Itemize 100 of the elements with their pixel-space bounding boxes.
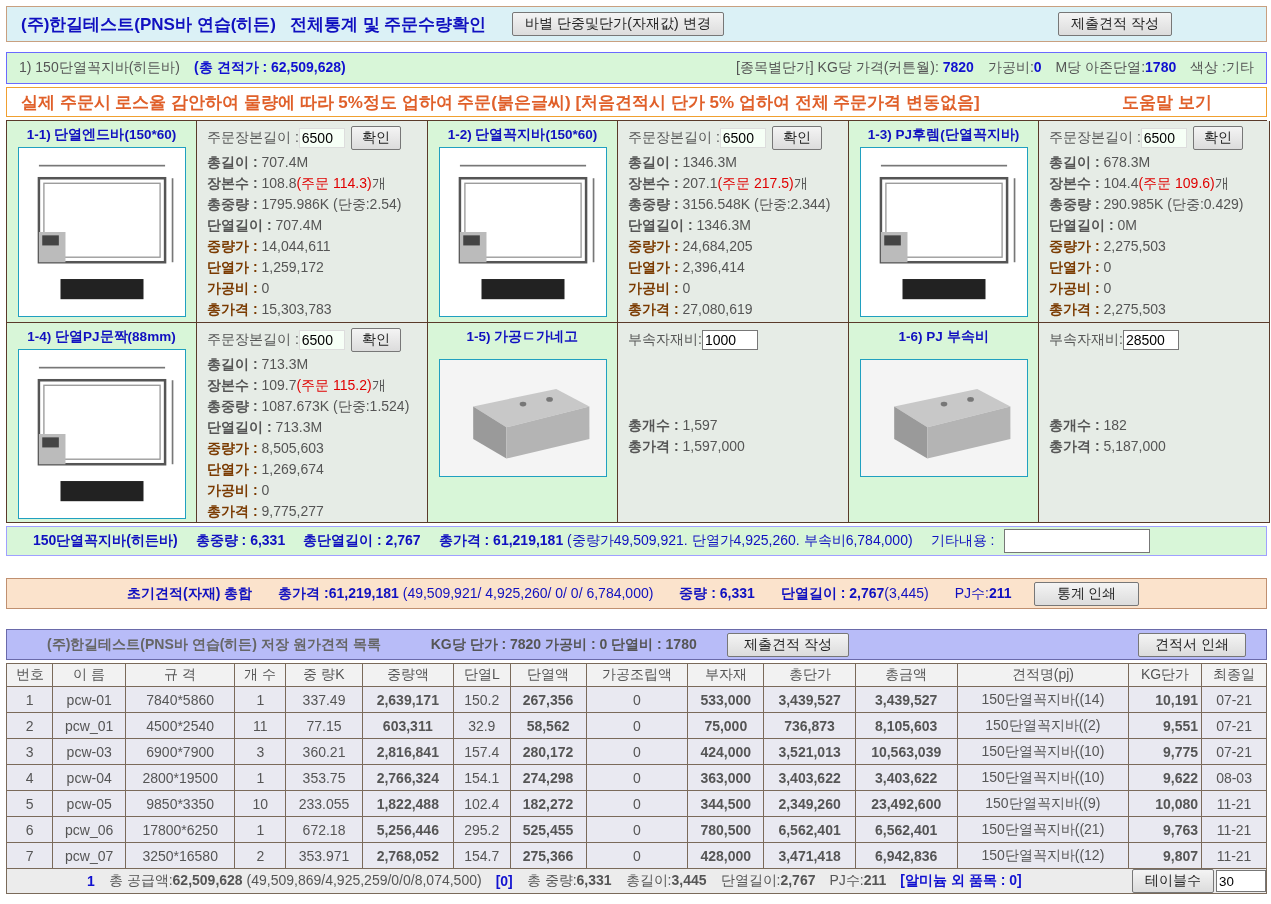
- footer-total: 단열길이:2,767: [720, 872, 816, 890]
- input-field[interactable]: 6500: [298, 330, 345, 350]
- confirm-button[interactable]: 확인: [771, 126, 822, 150]
- table-cell: pcw_01: [52, 712, 126, 739]
- table-cell: 5,256,446: [362, 816, 454, 843]
- table-cell: 10,563,039: [855, 738, 958, 765]
- column-header: 가공조립액: [586, 663, 688, 687]
- table-cell: 428,000: [687, 842, 764, 869]
- table-count-field[interactable]: 30: [1216, 870, 1266, 892]
- total-quote: (총 견적가 : 62,509,628): [194, 59, 346, 77]
- column-header: 부자재: [687, 663, 764, 687]
- total-item: 총가격 :61,219,181 (49,509,921/ 4,925,260/ 0/ 0/ 6,784,000): [278, 584, 654, 603]
- total-item: PJ수:211: [954, 584, 1012, 603]
- stat-line: 중량가 : 8,505,603: [207, 439, 325, 458]
- table-cell: 353.971: [286, 842, 363, 869]
- input-label: 주문장본길이 :: [207, 331, 299, 349]
- table-cell: 150단열꼭지바((10): [957, 764, 1129, 791]
- stat-line: 가공비 : 0: [207, 279, 271, 298]
- column-header: 총금액: [855, 663, 958, 687]
- table-cell: pcw_06: [52, 816, 126, 843]
- input-field[interactable]: 6500: [719, 128, 766, 148]
- product-title: 1-5) 가공ㄷ가네고: [466, 328, 579, 346]
- table-cell: 9,807: [1128, 842, 1202, 869]
- table-cell: 4500*2540: [125, 712, 235, 739]
- table-cell: 7840*5860: [125, 686, 235, 713]
- submit-quote-button[interactable]: 제출견적 작성: [1058, 12, 1172, 36]
- table-cell: 275,366: [510, 842, 587, 869]
- table-cell: 267,356: [510, 686, 587, 713]
- stat-line: 총가격 : 2,275,503: [1049, 300, 1167, 319]
- table-cell: 150단열꼭지바((2): [957, 712, 1129, 739]
- table-cell: 8,105,603: [855, 712, 958, 739]
- column-header: 견적명(pj): [957, 663, 1129, 687]
- stat-line: 가공비 : 0: [207, 481, 271, 500]
- summary-item: 총중량 : 6,331: [195, 532, 286, 550]
- table-cell: pcw-03: [52, 738, 126, 765]
- submit-quote-button[interactable]: 제출견적 작성: [726, 632, 849, 657]
- price-setting: 색상 :기타: [1190, 59, 1254, 77]
- table-cell: 9850*3350: [125, 790, 235, 817]
- change-price-button[interactable]: 바별 단중및단가(자재값) 변경: [512, 12, 724, 36]
- stat-line: 총가격 : 5,187,000: [1049, 437, 1167, 456]
- table-cell: 77.15: [286, 712, 363, 739]
- footer-total: 총 공급액:62,509,628 (49,509,869/4,925,259/0/0/8,074,500): [108, 872, 482, 890]
- total-item: 초기견적(자재) 총합: [127, 584, 253, 603]
- page-title: (주)한길테스트(PNS바 연습(히든): [21, 13, 276, 36]
- confirm-button[interactable]: 확인: [350, 126, 401, 150]
- summary-item: 총가격 : 61,219,181 (중량가49,509,921. 단열가4,925,260. 부속비6,784,000): [438, 532, 913, 550]
- product-title: 1-3) PJ후렘(단열꼭지바): [867, 126, 1020, 144]
- table-cell: pcw-01: [52, 686, 126, 713]
- footer-total: [0]: [495, 873, 513, 889]
- table-cell: 150단열꼭지바((12): [957, 842, 1129, 869]
- table-cell: 9,622: [1128, 764, 1202, 791]
- table-cell: 9,551: [1128, 712, 1202, 739]
- input-field[interactable]: 6500: [1140, 128, 1187, 148]
- input-field[interactable]: 28500: [1122, 330, 1179, 350]
- table-cell: 337.49: [286, 686, 363, 713]
- stat-line: 총가격 : 15,303,783: [207, 300, 333, 319]
- stat-line: 총길이 : 1346.3M: [628, 153, 738, 172]
- stat-line: 중량가 : 24,684,205: [628, 237, 754, 256]
- table-cell: 3,403,622: [763, 764, 856, 791]
- column-header: 번호: [6, 663, 53, 687]
- table-cell: 182,272: [510, 790, 587, 817]
- table-cell: 10,080: [1128, 790, 1202, 817]
- table-cell: 274,298: [510, 764, 587, 791]
- print-quote-button[interactable]: 견적서 인쇄: [1138, 632, 1246, 657]
- table-cell: pcw_07: [52, 842, 126, 869]
- footer-total: 총 중량:6,331: [526, 872, 612, 890]
- table-cell: 0: [586, 686, 688, 713]
- column-header: 중량액: [362, 663, 454, 687]
- stat-line: 단열가 : 0: [1049, 258, 1113, 277]
- input-label: 부속자재비:: [628, 331, 702, 349]
- print-stats-button[interactable]: 통계 인쇄: [1033, 581, 1140, 606]
- table-cell: 75,000: [687, 712, 764, 739]
- stat-line: 장본수 : 109.7(주문 115.2)개: [207, 376, 387, 395]
- stat-line: 가공비 : 0: [1049, 279, 1113, 298]
- stat-line: 중량가 : 14,044,611: [207, 237, 332, 256]
- table-cell: 6,562,401: [855, 816, 958, 843]
- table-cell: 344,500: [687, 790, 764, 817]
- input-field[interactable]: 6500: [298, 128, 345, 148]
- table-cell: 525,455: [510, 816, 587, 843]
- table-cell: 9,763: [1128, 816, 1202, 843]
- table-cell: 736,873: [763, 712, 856, 739]
- column-header: 최종일: [1201, 663, 1267, 687]
- input-field[interactable]: 1000: [701, 330, 758, 350]
- column-header: 이 름: [52, 663, 126, 687]
- input-label: 주문장본길이 :: [628, 129, 720, 147]
- table-count-button[interactable]: 테이블수: [1132, 869, 1214, 893]
- stat-line: 단열가 : 1,259,172: [207, 258, 325, 277]
- total-item: 단열길이 : 2,767(3,445): [780, 584, 929, 603]
- footer-total: 1: [87, 873, 95, 889]
- table-cell: 2,349,260: [763, 790, 856, 817]
- confirm-button[interactable]: 확인: [1192, 126, 1243, 150]
- table-cell: 4: [6, 764, 53, 791]
- column-header: 규 격: [125, 663, 235, 687]
- help-link[interactable]: 도움말 보기: [1122, 90, 1212, 114]
- input-label: 부속자재비:: [1049, 331, 1123, 349]
- stat-line: 총중량 : 290.985K (단중:0.429): [1049, 195, 1245, 214]
- table-cell: 280,172: [510, 738, 587, 765]
- confirm-button[interactable]: 확인: [350, 328, 401, 352]
- memo-field[interactable]: [1004, 529, 1151, 553]
- table-cell: 3,471,418: [763, 842, 856, 869]
